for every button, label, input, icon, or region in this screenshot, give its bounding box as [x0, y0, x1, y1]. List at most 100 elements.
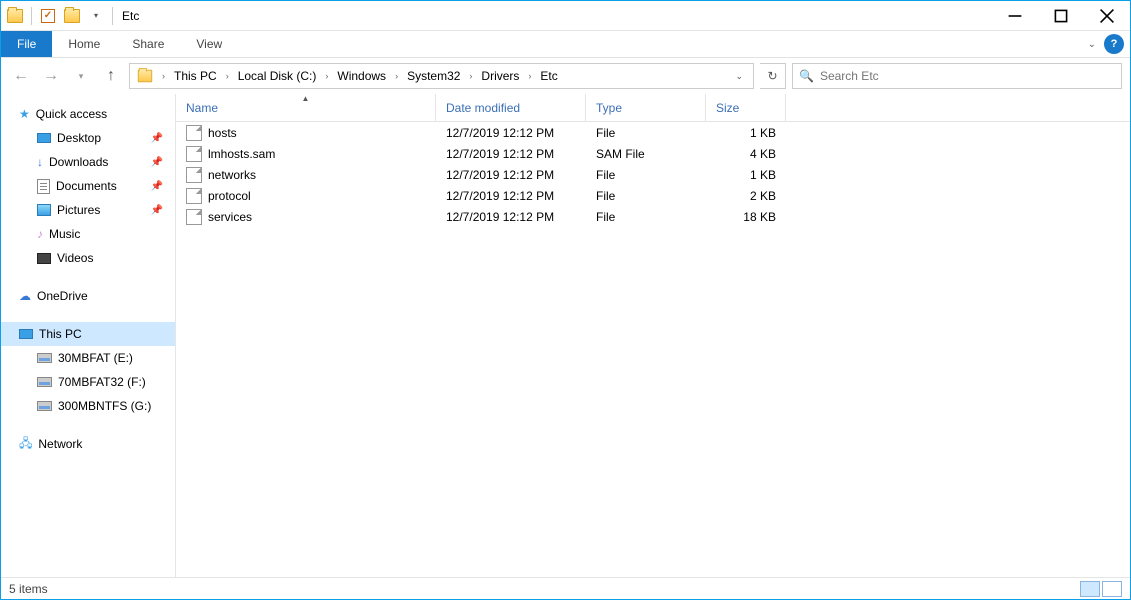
- file-rows: hosts12/7/2019 12:12 PMFile1 KB lmhosts.s…: [176, 122, 1130, 577]
- chevron-right-icon[interactable]: ›: [391, 71, 402, 81]
- column-name[interactable]: Name ▲: [176, 94, 436, 121]
- network-icon: 🖧: [19, 434, 32, 455]
- file-date: 12/7/2019 12:12 PM: [436, 168, 586, 182]
- sort-ascending-icon: ▲: [302, 94, 310, 103]
- breadcrumb-segment[interactable]: System32: [402, 64, 465, 88]
- nav-label: Pictures: [57, 203, 100, 217]
- column-headers: Name ▲ Date modified Type Size: [176, 94, 1130, 122]
- nav-item-downloads[interactable]: ↓Downloads📌: [1, 150, 175, 174]
- file-row[interactable]: networks12/7/2019 12:12 PMFile1 KB: [176, 164, 1130, 185]
- file-row[interactable]: lmhosts.sam12/7/2019 12:12 PMSAM File4 K…: [176, 143, 1130, 164]
- file-date: 12/7/2019 12:12 PM: [436, 210, 586, 224]
- file-name: services: [208, 210, 252, 224]
- video-icon: [37, 253, 51, 264]
- file-row[interactable]: hosts12/7/2019 12:12 PMFile1 KB: [176, 122, 1130, 143]
- chevron-right-icon[interactable]: ›: [222, 71, 233, 81]
- quick-access-toolbar: ✓ ▾: [4, 5, 116, 27]
- maximize-button[interactable]: [1038, 1, 1084, 31]
- file-icon: [186, 167, 202, 183]
- share-tab[interactable]: Share: [116, 31, 180, 57]
- nav-label: Downloads: [49, 155, 108, 169]
- qat-dropdown-icon[interactable]: ▾: [85, 5, 107, 27]
- pin-icon: 📌: [151, 133, 163, 144]
- forward-button[interactable]: →: [39, 64, 63, 88]
- nav-label: This PC: [39, 327, 82, 341]
- recent-dropdown-icon[interactable]: ▾: [69, 64, 93, 88]
- collapse-ribbon-icon[interactable]: ⌄: [1088, 39, 1096, 50]
- file-icon: [186, 188, 202, 204]
- chevron-right-icon[interactable]: ›: [321, 71, 332, 81]
- file-tab[interactable]: File: [1, 31, 52, 57]
- nav-item-drive[interactable]: 70MBFAT32 (F:): [1, 370, 175, 394]
- nav-label: 70MBFAT32 (F:): [58, 375, 146, 389]
- file-date: 12/7/2019 12:12 PM: [436, 147, 586, 161]
- minimize-button[interactable]: [992, 1, 1038, 31]
- file-row[interactable]: protocol12/7/2019 12:12 PMFile2 KB: [176, 185, 1130, 206]
- nav-item-desktop[interactable]: Desktop📌: [1, 126, 175, 150]
- breadcrumb-dropdown-icon[interactable]: ⌄: [727, 71, 751, 82]
- chevron-right-icon[interactable]: ›: [158, 71, 169, 81]
- breadcrumb-segment[interactable]: Windows: [332, 64, 391, 88]
- picture-icon: [37, 204, 51, 216]
- nav-item-drive[interactable]: 30MBFAT (E:): [1, 346, 175, 370]
- chevron-right-icon[interactable]: ›: [465, 71, 476, 81]
- folder-icon[interactable]: [4, 5, 26, 27]
- nav-label: Videos: [57, 251, 93, 265]
- file-row[interactable]: services12/7/2019 12:12 PMFile18 KB: [176, 206, 1130, 227]
- search-input[interactable]: [820, 69, 1115, 83]
- file-type: SAM File: [586, 147, 706, 161]
- nav-label: Network: [38, 437, 82, 451]
- music-icon: ♪: [37, 227, 43, 241]
- onedrive[interactable]: ☁ OneDrive: [1, 284, 175, 308]
- home-tab[interactable]: Home: [52, 31, 116, 57]
- close-button[interactable]: [1084, 1, 1130, 31]
- file-size: 1 KB: [706, 126, 786, 140]
- this-pc[interactable]: This PC: [1, 322, 175, 346]
- large-icons-view-button[interactable]: [1102, 581, 1122, 597]
- nav-item-videos[interactable]: Videos: [1, 246, 175, 270]
- file-type: File: [586, 189, 706, 203]
- file-date: 12/7/2019 12:12 PM: [436, 189, 586, 203]
- desktop-icon: [37, 133, 51, 143]
- file-type: File: [586, 168, 706, 182]
- breadcrumb-segment[interactable]: This PC: [169, 64, 222, 88]
- view-tab[interactable]: View: [180, 31, 238, 57]
- folder-icon[interactable]: [132, 64, 158, 88]
- column-label: Name: [186, 101, 218, 115]
- file-icon: [186, 125, 202, 141]
- up-button[interactable]: ↑: [99, 64, 123, 88]
- breadcrumb[interactable]: › This PC › Local Disk (C:) › Windows › …: [129, 63, 754, 89]
- chevron-right-icon[interactable]: ›: [524, 71, 535, 81]
- file-name: protocol: [208, 189, 251, 203]
- content-area: ★ Quick access Desktop📌↓Downloads📌Docume…: [1, 94, 1130, 577]
- disk-icon: [37, 377, 52, 387]
- file-icon: [186, 209, 202, 225]
- breadcrumb-segment[interactable]: Local Disk (C:): [233, 64, 322, 88]
- search-box[interactable]: 🔍: [792, 63, 1122, 89]
- nav-item-music[interactable]: ♪Music: [1, 222, 175, 246]
- navigation-pane: ★ Quick access Desktop📌↓Downloads📌Docume…: [1, 94, 176, 577]
- help-icon[interactable]: ?: [1104, 34, 1124, 54]
- status-bar: 5 items: [1, 577, 1130, 599]
- back-button[interactable]: ←: [9, 64, 33, 88]
- folder-icon[interactable]: [61, 5, 83, 27]
- nav-item-pictures[interactable]: Pictures📌: [1, 198, 175, 222]
- properties-icon[interactable]: ✓: [37, 5, 59, 27]
- file-size: 18 KB: [706, 210, 786, 224]
- nav-item-documents[interactable]: Documents📌: [1, 174, 175, 198]
- network[interactable]: 🖧 Network: [1, 432, 175, 456]
- nav-item-drive[interactable]: 300MBNTFS (G:): [1, 394, 175, 418]
- refresh-button[interactable]: ↻: [760, 63, 786, 89]
- column-date[interactable]: Date modified: [436, 94, 586, 121]
- column-size[interactable]: Size: [706, 94, 786, 121]
- file-name: lmhosts.sam: [208, 147, 275, 161]
- nav-label: Quick access: [36, 107, 107, 121]
- quick-access[interactable]: ★ Quick access: [1, 102, 175, 126]
- file-date: 12/7/2019 12:12 PM: [436, 126, 586, 140]
- column-type[interactable]: Type: [586, 94, 706, 121]
- file-type: File: [586, 126, 706, 140]
- file-list-pane: Name ▲ Date modified Type Size hosts12/7…: [176, 94, 1130, 577]
- breadcrumb-segment[interactable]: Etc: [535, 64, 562, 88]
- details-view-button[interactable]: [1080, 581, 1100, 597]
- breadcrumb-segment[interactable]: Drivers: [476, 64, 524, 88]
